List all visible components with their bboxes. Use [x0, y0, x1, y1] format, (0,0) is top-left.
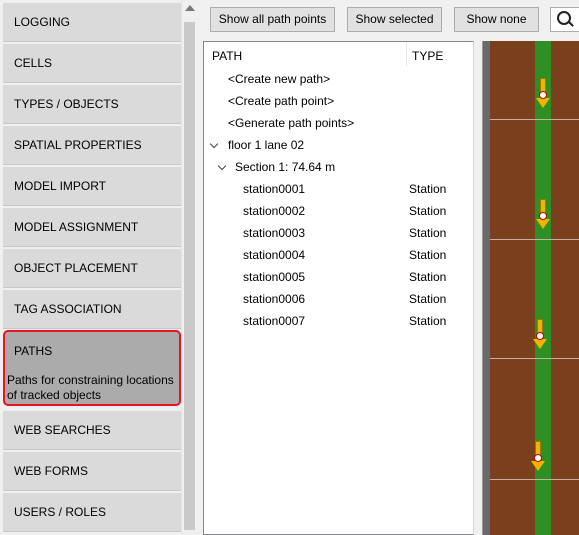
sidebar-item-label: PATHS [14, 344, 53, 358]
sidebar-item-web-forms[interactable]: WEB FORMS [3, 452, 181, 491]
create-path-point-item[interactable]: <Create path point> [228, 92, 334, 110]
map-edge [483, 41, 490, 535]
list-item[interactable]: station0001 Station [243, 180, 473, 198]
station-arrow-icon[interactable] [533, 319, 547, 355]
sidebar-item-object-placement[interactable]: OBJECT PLACEMENT [3, 249, 181, 288]
generate-path-points-item[interactable]: <Generate path points> [228, 114, 354, 132]
station-name: station0006 [243, 292, 306, 306]
station-type: Station [409, 314, 447, 328]
station-arrow-icon[interactable] [536, 78, 550, 114]
sidebar-item-description: Paths for constraining locations of trac… [7, 373, 174, 402]
station-name: station0007 [243, 314, 306, 328]
floor-grid-line [490, 119, 579, 120]
sidebar-item-web-searches[interactable]: WEB SEARCHES [3, 411, 181, 450]
list-item[interactable]: station0002 Station [243, 202, 473, 220]
sidebar-item-model-import[interactable]: MODEL IMPORT [3, 167, 181, 206]
station-name: station0003 [243, 226, 306, 240]
station-type: Station [409, 248, 447, 262]
station-name: station0001 [243, 182, 306, 196]
show-none-button[interactable]: Show none [454, 7, 539, 32]
sidebar-item-logging[interactable]: LOGGING [3, 3, 181, 42]
sidebar-item-users-roles[interactable]: USERS / ROLES [3, 493, 181, 532]
floor-grid-line [490, 358, 579, 359]
station-name: station0004 [243, 248, 306, 262]
sidebar-item-spatial-properties[interactable]: SPATIAL PROPERTIES [3, 126, 181, 165]
list-item[interactable]: station0004 Station [243, 246, 473, 264]
sidebar-item-model-assignment[interactable]: MODEL ASSIGNMENT [3, 208, 181, 247]
create-new-path-item[interactable]: <Create new path> [228, 70, 330, 88]
station-name: station0005 [243, 270, 306, 284]
station-type: Station [409, 182, 447, 196]
station-type: Station [409, 270, 447, 284]
show-selected-button[interactable]: Show selected [347, 7, 442, 32]
sidebar-item-cells[interactable]: CELLS [3, 44, 181, 83]
sidebar-item-types-objects[interactable]: TYPES / OBJECTS [3, 85, 181, 124]
section-node[interactable]: Section 1: 74.64 m [235, 158, 335, 176]
sidebar-item-tag-association[interactable]: TAG ASSOCIATION [3, 290, 181, 329]
map-view[interactable] [482, 41, 579, 535]
show-all-path-points-button[interactable]: Show all path points [210, 7, 335, 32]
station-arrow-icon[interactable] [536, 199, 550, 235]
tree-header: PATH TYPE [204, 42, 473, 68]
column-header-path[interactable]: PATH [212, 49, 242, 63]
station-type: Station [409, 226, 447, 240]
floor-grid-line [490, 479, 579, 480]
sidebar-nav: LOGGING CELLS TYPES / OBJECTS SPATIAL PR… [0, 0, 181, 535]
sidebar-item-paths[interactable]: PATHS Paths for constraining locations o… [3, 330, 181, 406]
station-type: Station [409, 292, 447, 306]
scrollbar-thumb[interactable] [184, 22, 195, 530]
list-item[interactable]: station0005 Station [243, 268, 473, 286]
path-node[interactable]: floor 1 lane 02 [228, 136, 304, 154]
path-tree[interactable]: PATH TYPE <Create new path> <Create path… [203, 41, 474, 535]
list-item[interactable]: station0007 Station [243, 312, 473, 330]
sidebar-scrollbar[interactable] [181, 0, 198, 535]
search-button[interactable] [550, 7, 579, 32]
chevron-down-icon[interactable] [217, 161, 227, 171]
station-type: Station [409, 204, 447, 218]
list-item[interactable]: station0006 Station [243, 290, 473, 308]
station-arrow-icon[interactable] [531, 441, 545, 477]
chevron-down-icon[interactable] [209, 139, 219, 149]
scroll-up-icon[interactable] [185, 5, 195, 11]
column-header-type[interactable]: TYPE [412, 49, 443, 63]
station-name: station0002 [243, 204, 306, 218]
floor-grid-line [490, 239, 579, 240]
list-item[interactable]: station0003 Station [243, 224, 473, 242]
